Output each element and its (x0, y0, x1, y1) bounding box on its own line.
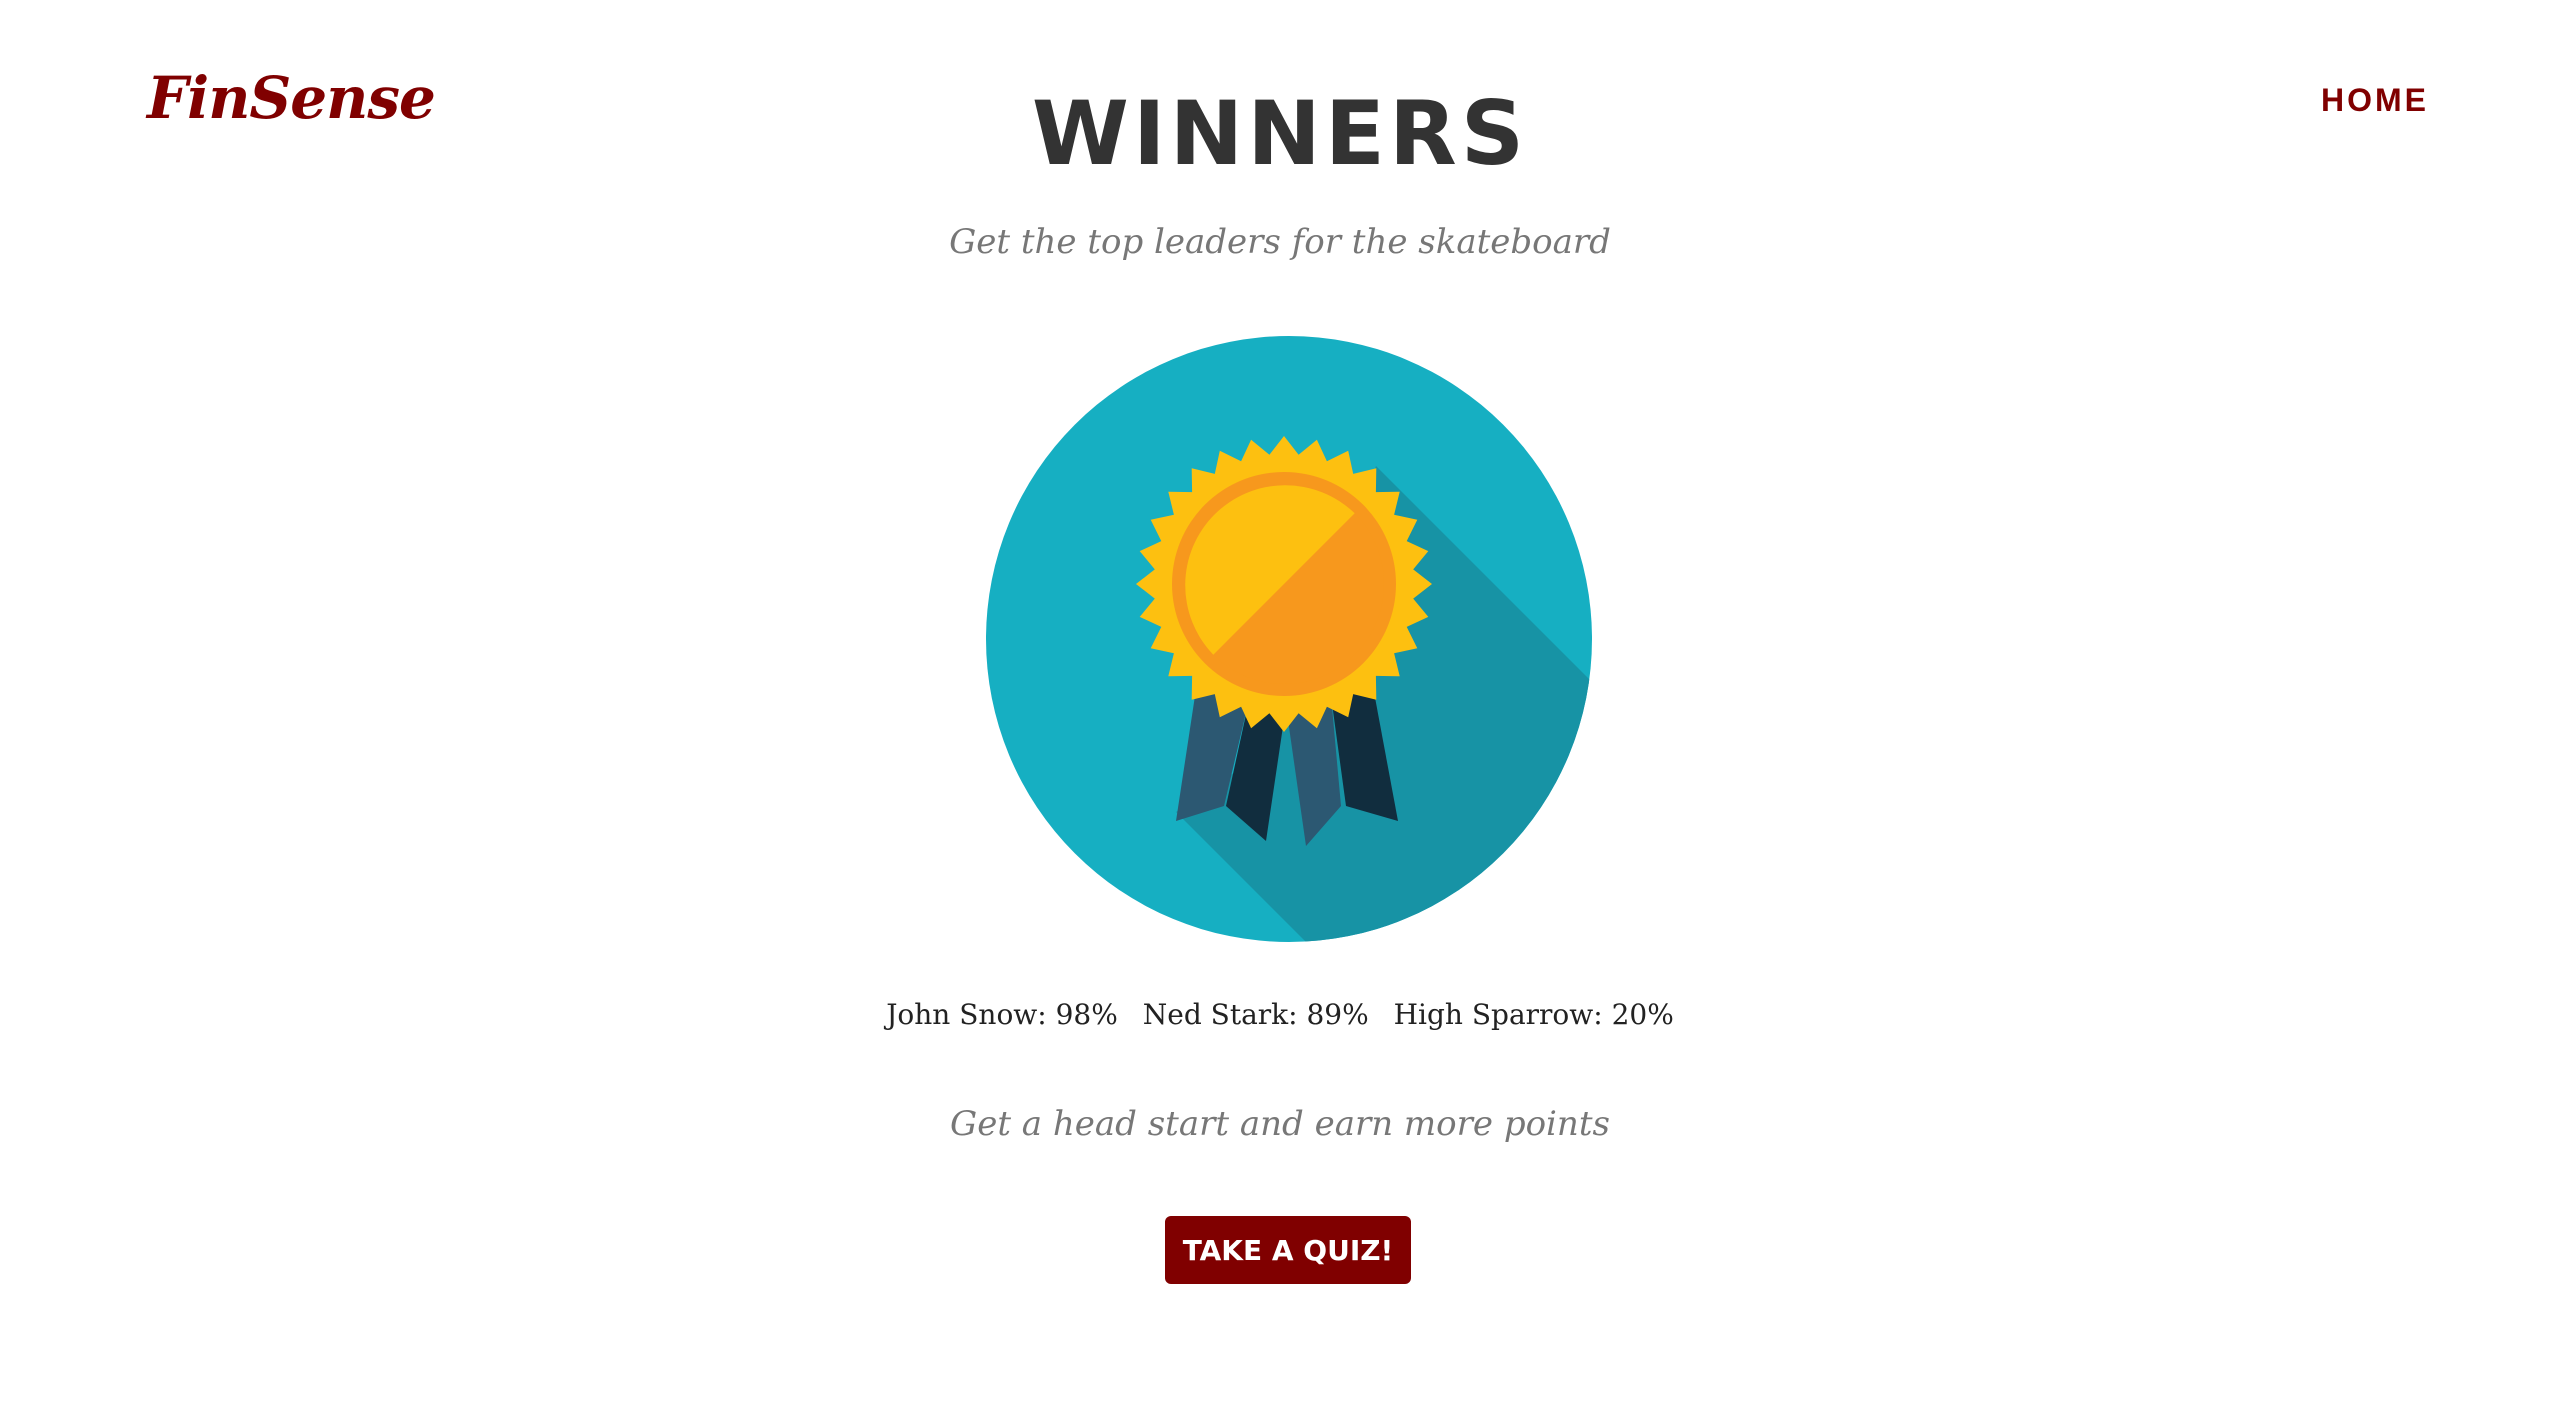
leader-entry: John Snow: 98% (886, 998, 1118, 1031)
page-subtitle: Get the top leaders for the skateboard (949, 222, 1611, 262)
leader-entry: High Sparrow: 20% (1393, 998, 1674, 1031)
take-quiz-button[interactable]: TAKE A QUIZ! (1165, 1216, 1411, 1284)
leader-entry: Ned Stark: 89% (1142, 998, 1369, 1031)
leaders-list: John Snow: 98% Ned Stark: 89% High Sparr… (0, 998, 2560, 1031)
award-medal-icon (986, 336, 1592, 942)
cta-text: Get a head start and earn more points (950, 1104, 1610, 1144)
page-title: WINNERS (1031, 82, 1529, 185)
